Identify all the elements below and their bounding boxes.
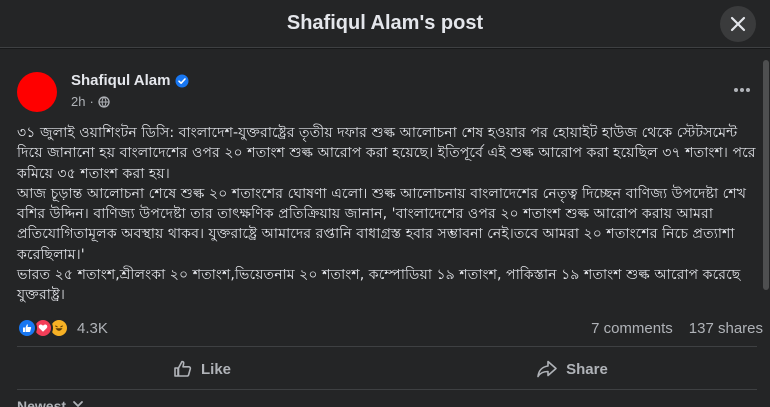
like-label: Like	[200, 360, 231, 378]
like-reaction-icon	[17, 318, 37, 338]
modal-title: Shafiqul Alam's post	[286, 12, 484, 34]
post-meta: 2h ·	[71, 94, 110, 109]
verified-badge-icon	[175, 74, 189, 87]
author-row: Shafiqul Alam	[71, 72, 189, 89]
actions-divider-bottom	[17, 389, 757, 390]
chevron-down-icon	[73, 401, 83, 407]
thumbs-up-icon	[174, 360, 192, 377]
close-icon	[730, 16, 746, 32]
modal-header: Shafiqul Alam's post	[0, 0, 770, 48]
post-time[interactable]: 2h	[71, 94, 85, 109]
public-globe-icon	[98, 95, 110, 108]
author-avatar[interactable]	[17, 72, 57, 112]
post-body: ৩১ জুলাই ওয়াশিংটন ডিসি: বাংলাদেশ-যুক্তর…	[17, 123, 757, 306]
comments-sort-dropdown[interactable]: Newest	[17, 398, 84, 407]
scrollbar-thumb[interactable]	[763, 60, 769, 290]
stats-right: 7 comments 137 shares	[591, 320, 763, 337]
author-name[interactable]: Shafiqul Alam	[71, 72, 170, 89]
post-options-button[interactable]	[728, 80, 756, 100]
shares-count[interactable]: 137 shares	[689, 320, 763, 337]
post-paragraph: ভারত ২৫ শতাংশ,শ্রীলংকা ২০ শতাংশ,ভিয়েতনা…	[17, 267, 741, 304]
like-button[interactable]: Like	[17, 350, 387, 388]
post-actions: Like Share	[17, 350, 757, 388]
reaction-count[interactable]: 4.3K	[77, 320, 108, 337]
sort-label: Newest	[17, 398, 67, 407]
engagement-stats: 4.3K 7 comments 137 shares	[17, 316, 763, 340]
reaction-icons[interactable]	[17, 318, 69, 338]
close-button[interactable]	[720, 6, 756, 42]
comments-count[interactable]: 7 comments	[591, 320, 673, 337]
meta-separator: ·	[89, 94, 94, 109]
share-arrow-icon	[537, 360, 557, 378]
share-label: Share	[566, 360, 608, 378]
post-paragraph: আজ চূড়ান্ত আলোচনা শেষে শুল্ক ২০ শতাংশের…	[17, 185, 747, 263]
post-paragraph: ৩১ জুলাই ওয়াশিংটন ডিসি: বাংলাদেশ-যুক্তর…	[17, 125, 756, 182]
share-button[interactable]: Share	[387, 350, 757, 388]
actions-divider-top	[17, 346, 757, 347]
more-dots-icon	[734, 88, 750, 92]
